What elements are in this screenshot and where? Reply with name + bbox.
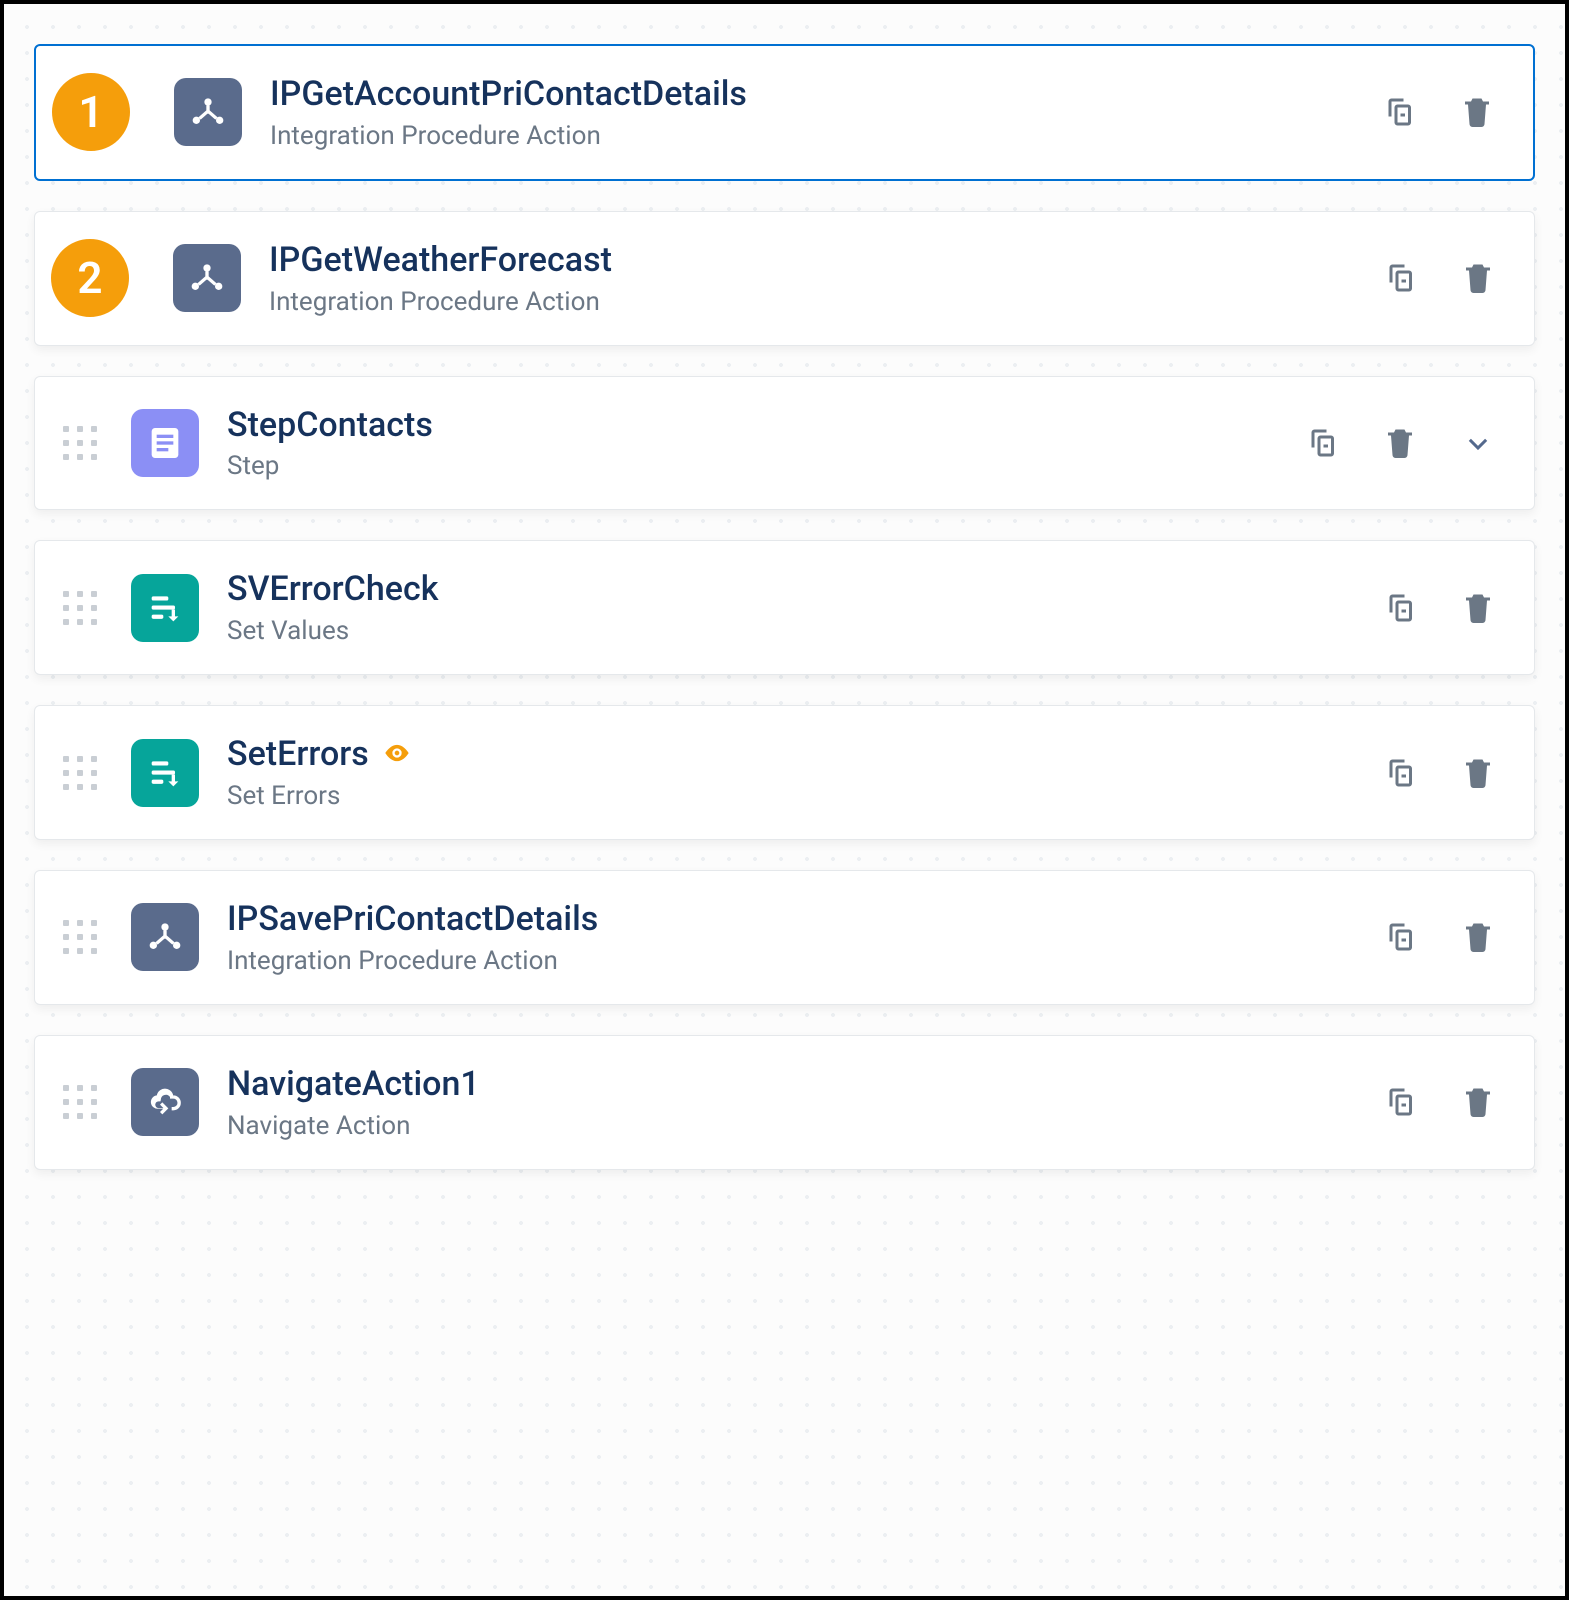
delete-button[interactable] bbox=[1380, 423, 1420, 463]
clone-button[interactable] bbox=[1379, 92, 1419, 132]
element-card[interactable]: NavigateAction1 Navigate Action bbox=[34, 1035, 1535, 1170]
element-subtitle: Set Errors bbox=[227, 781, 1360, 811]
delete-button[interactable] bbox=[1458, 258, 1498, 298]
element-card[interactable]: 2 IPGetWeatherForecast Integration Proce… bbox=[34, 211, 1535, 346]
element-card[interactable]: SVErrorCheck Set Values bbox=[34, 540, 1535, 675]
element-subtitle: Set Values bbox=[227, 616, 1360, 646]
element-title: SVErrorCheck bbox=[227, 569, 1360, 610]
drag-handle[interactable] bbox=[63, 1085, 103, 1119]
element-title: IPGetAccountPriContactDetails bbox=[270, 74, 1359, 115]
element-labels: IPGetAccountPriContactDetails Integratio… bbox=[270, 74, 1359, 151]
clone-button[interactable] bbox=[1380, 588, 1420, 628]
set-values-icon bbox=[131, 739, 199, 807]
integration-icon bbox=[174, 78, 242, 146]
element-labels: StepContacts Step bbox=[227, 405, 1282, 482]
integration-icon bbox=[173, 244, 241, 312]
set-values-icon bbox=[131, 574, 199, 642]
element-subtitle: Integration Procedure Action bbox=[227, 946, 1360, 976]
drag-handle[interactable] bbox=[63, 591, 103, 625]
element-card[interactable]: 1 IPGetAccountPriContactDetails Integrat… bbox=[34, 44, 1535, 181]
element-subtitle: Integration Procedure Action bbox=[269, 287, 1360, 317]
element-title: IPGetWeatherForecast bbox=[269, 240, 1360, 281]
drag-handle[interactable] bbox=[63, 920, 103, 954]
element-title: NavigateAction1 bbox=[227, 1064, 1360, 1105]
element-subtitle: Step bbox=[227, 451, 1282, 481]
delete-button[interactable] bbox=[1458, 1082, 1498, 1122]
element-title: IPSavePriContactDetails bbox=[227, 899, 1360, 940]
element-subtitle: Integration Procedure Action bbox=[270, 121, 1359, 151]
step-icon bbox=[131, 409, 199, 477]
delete-button[interactable] bbox=[1458, 753, 1498, 793]
element-card[interactable]: IPSavePriContactDetails Integration Proc… bbox=[34, 870, 1535, 1005]
navigate-icon bbox=[131, 1068, 199, 1136]
annotation-badge: 1 bbox=[48, 69, 134, 155]
conditional-view-icon bbox=[383, 739, 411, 771]
element-labels: IPGetWeatherForecast Integration Procedu… bbox=[269, 240, 1360, 317]
element-subtitle: Navigate Action bbox=[227, 1111, 1360, 1141]
element-title: SetErrors bbox=[227, 734, 369, 775]
element-labels: SVErrorCheck Set Values bbox=[227, 569, 1360, 646]
drag-handle[interactable] bbox=[63, 756, 103, 790]
clone-button[interactable] bbox=[1302, 423, 1342, 463]
expand-button[interactable] bbox=[1458, 423, 1498, 463]
element-card[interactable]: SetErrors Set Errors bbox=[34, 705, 1535, 840]
clone-button[interactable] bbox=[1380, 258, 1420, 298]
omniscript-canvas: 1 IPGetAccountPriContactDetails Integrat… bbox=[0, 0, 1569, 1600]
annotation-badge: 2 bbox=[47, 235, 133, 321]
element-title: StepContacts bbox=[227, 405, 1282, 446]
element-labels: NavigateAction1 Navigate Action bbox=[227, 1064, 1360, 1141]
element-card[interactable]: StepContacts Step bbox=[34, 376, 1535, 511]
integration-icon bbox=[131, 903, 199, 971]
delete-button[interactable] bbox=[1458, 588, 1498, 628]
element-labels: SetErrors Set Errors bbox=[227, 734, 1360, 811]
drag-handle[interactable] bbox=[63, 426, 103, 460]
clone-button[interactable] bbox=[1380, 917, 1420, 957]
delete-button[interactable] bbox=[1458, 917, 1498, 957]
clone-button[interactable] bbox=[1380, 753, 1420, 793]
element-labels: IPSavePriContactDetails Integration Proc… bbox=[227, 899, 1360, 976]
delete-button[interactable] bbox=[1457, 92, 1497, 132]
clone-button[interactable] bbox=[1380, 1082, 1420, 1122]
